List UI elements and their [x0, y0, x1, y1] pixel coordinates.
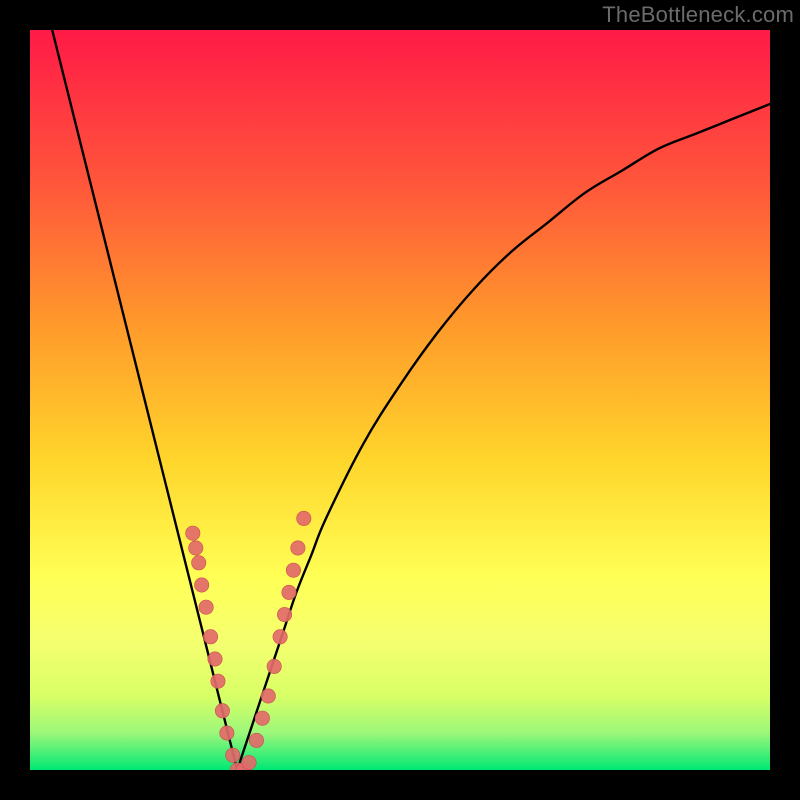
data-marker [199, 600, 213, 614]
data-marker [192, 556, 206, 570]
data-marker [242, 755, 256, 769]
curve-right-branch [237, 104, 770, 770]
data-marker [267, 659, 281, 673]
data-marker [208, 652, 222, 666]
data-marker [297, 511, 311, 525]
data-marker [291, 541, 305, 555]
data-marker [186, 526, 200, 540]
data-marker [249, 733, 263, 747]
data-marker [203, 630, 217, 644]
watermark-text: TheBottleneck.com [602, 2, 794, 28]
data-marker [211, 674, 225, 688]
data-marker [189, 541, 203, 555]
data-marker [255, 711, 269, 725]
data-marker [194, 578, 208, 592]
data-marker [261, 689, 275, 703]
data-marker [226, 748, 240, 762]
plot-area [30, 30, 770, 770]
chart-frame: TheBottleneck.com [0, 0, 800, 800]
data-marker [273, 630, 287, 644]
data-marker [286, 563, 300, 577]
data-marker [220, 726, 234, 740]
data-marker [215, 704, 229, 718]
data-marker [282, 585, 296, 599]
curve-layer [30, 30, 770, 770]
data-marker [277, 607, 291, 621]
